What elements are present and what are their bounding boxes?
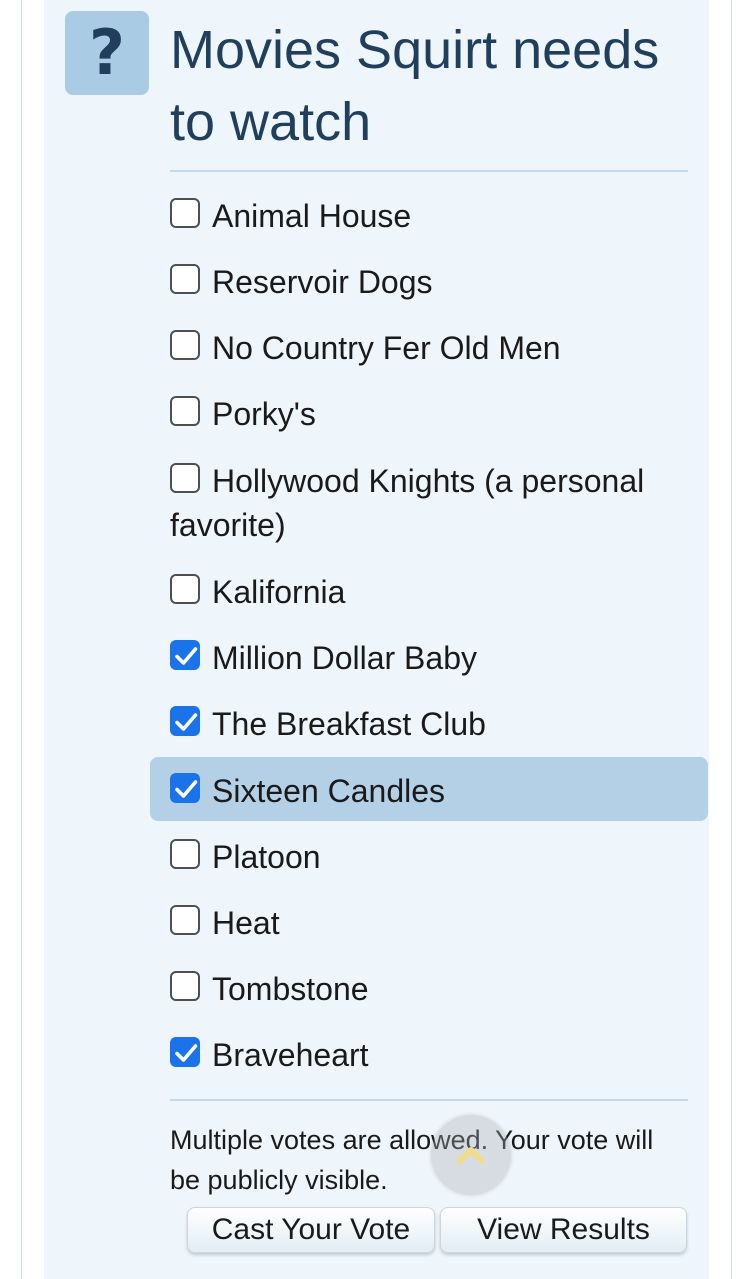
poll-option-label: No Country Fer Old Men xyxy=(212,330,561,366)
poll-option[interactable]: Heat xyxy=(150,889,708,953)
poll-option-label: Reservoir Dogs xyxy=(212,264,433,300)
cast-vote-button[interactable]: Cast Your Vote xyxy=(187,1207,435,1253)
poll-option-label: Hollywood Knights (a personal favorite) xyxy=(170,463,645,543)
poll-option-label: Tombstone xyxy=(212,971,369,1007)
view-results-button[interactable]: View Results xyxy=(440,1207,687,1253)
poll-options: Animal House Reservoir Dogs No Country F… xyxy=(0,0,753,1100)
poll-option-label: Heat xyxy=(212,905,280,941)
poll-option-label: Sixteen Candles xyxy=(212,773,446,809)
poll-option-selected[interactable]: Sixteen Candles xyxy=(150,757,708,821)
poll-option[interactable]: No Country Fer Old Men xyxy=(150,314,708,378)
poll-option-label: Million Dollar Baby xyxy=(212,640,477,676)
poll-option[interactable]: Reservoir Dogs xyxy=(150,248,708,312)
divider xyxy=(170,1099,688,1101)
poll-option[interactable]: Million Dollar Baby xyxy=(150,624,708,688)
poll-option-label: Kalifornia xyxy=(212,574,346,610)
scroll-to-top-button[interactable] xyxy=(431,1115,511,1195)
poll-option[interactable]: Platoon xyxy=(150,823,708,887)
poll-option[interactable]: Porky's xyxy=(150,380,708,444)
poll-option[interactable]: Tombstone xyxy=(150,955,708,1019)
poll-option-label: Porky's xyxy=(212,396,316,432)
chevron-up-icon xyxy=(457,1147,485,1164)
poll-note: Multiple votes are allowed. Your vote wi… xyxy=(170,1125,654,1195)
poll-option-label: Braveheart xyxy=(212,1037,369,1073)
page: ? Movies Squirt needs to watch Animal Ho… xyxy=(0,0,753,1279)
poll-option-label: Platoon xyxy=(212,839,321,875)
poll-option-label: The Breakfast Club xyxy=(212,706,486,742)
poll-option[interactable]: Animal House xyxy=(150,182,708,246)
poll-option[interactable]: The Breakfast Club xyxy=(150,690,708,754)
poll-option-label: Animal House xyxy=(212,198,412,234)
poll-option[interactable]: Kalifornia xyxy=(150,558,708,622)
poll-option[interactable]: Braveheart xyxy=(150,1021,708,1085)
poll-option[interactable]: Hollywood Knights (a personal favorite) xyxy=(150,447,708,555)
